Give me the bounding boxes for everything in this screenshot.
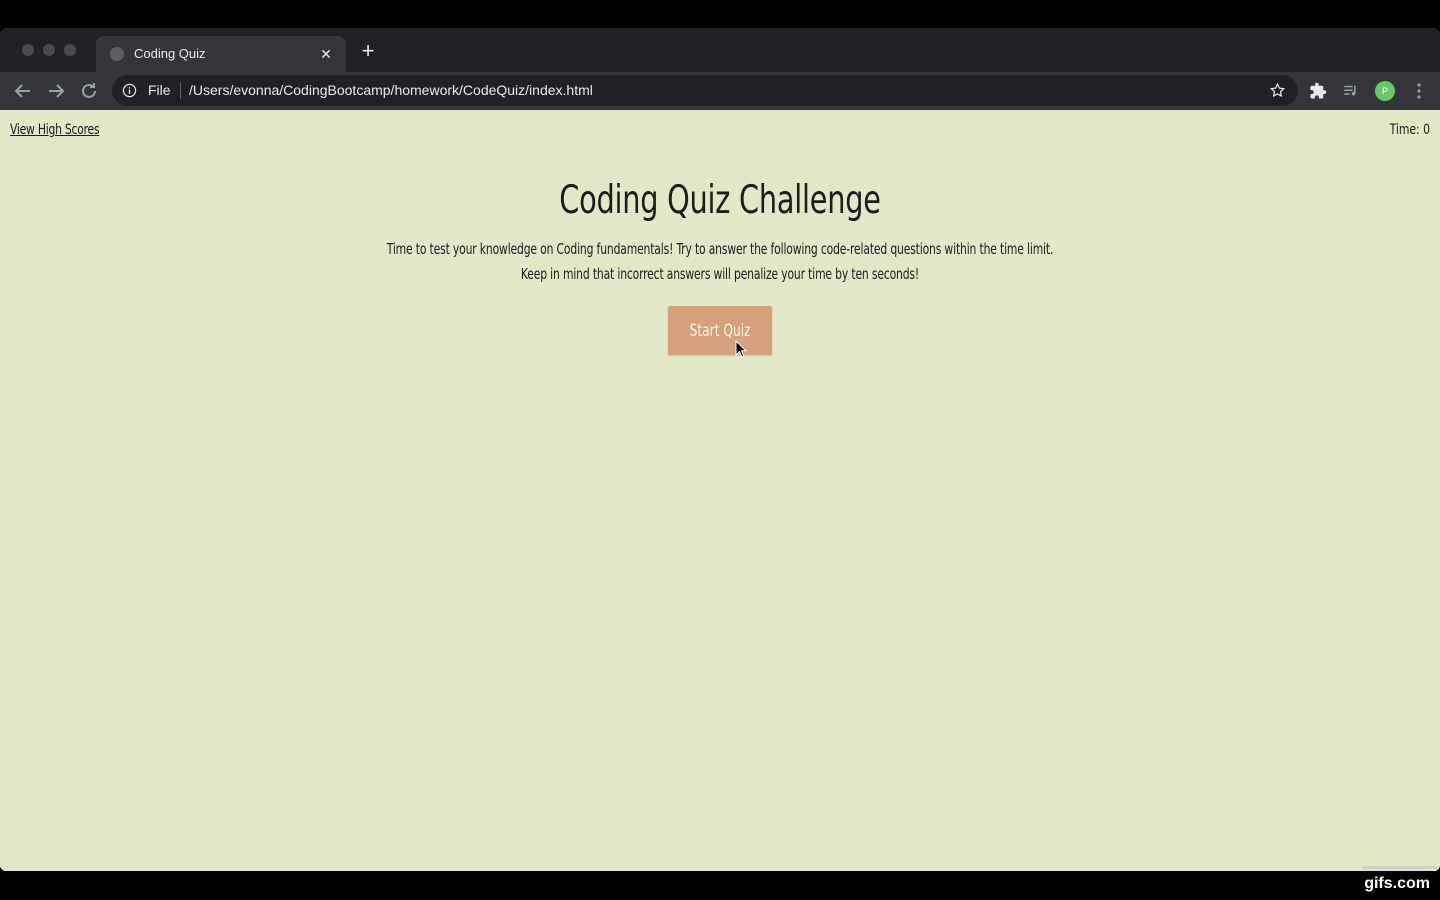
window-close-button[interactable] xyxy=(22,44,34,56)
description-line-2: Keep in mind that incorrect answers will… xyxy=(520,265,920,283)
page-content: View High Scores Time: 0 Coding Quiz Cha… xyxy=(0,110,1440,871)
address-bar[interactable]: File /Users/evonna/CodingBootcamp/homewo… xyxy=(112,75,1298,106)
page-title: Coding Quiz Challenge xyxy=(559,178,881,223)
tab-title: Coding Quiz xyxy=(134,46,206,61)
start-quiz-label: Start Quiz xyxy=(689,320,751,341)
timer: Time: 0 xyxy=(1389,122,1430,138)
media-control-icon[interactable] xyxy=(1342,82,1360,100)
description-line-1: Time to test your knowledge on Coding fu… xyxy=(386,240,1054,258)
start-quiz-button[interactable]: Start Quiz xyxy=(668,306,772,355)
browser-window: Coding Quiz ✕ + File /Users/evonna/Codin… xyxy=(0,28,1440,871)
view-high-scores-link[interactable]: View High Scores xyxy=(10,122,100,138)
reload-icon[interactable] xyxy=(77,79,101,103)
globe-icon xyxy=(110,47,124,61)
close-icon[interactable]: ✕ xyxy=(316,44,336,64)
browser-tab[interactable]: Coding Quiz ✕ xyxy=(96,36,346,72)
address-separator xyxy=(180,82,181,99)
window-maximize-button[interactable] xyxy=(64,44,76,56)
window-minimize-button[interactable] xyxy=(43,44,55,56)
star-icon[interactable] xyxy=(1269,82,1286,99)
tab-strip: Coding Quiz ✕ + xyxy=(0,28,1440,72)
forward-arrow-icon[interactable] xyxy=(44,79,68,103)
back-arrow-icon[interactable] xyxy=(11,79,35,103)
info-icon[interactable] xyxy=(122,83,137,98)
scrollbar[interactable] xyxy=(1362,866,1438,869)
url-text[interactable]: /Users/evonna/CodingBootcamp/homework/Co… xyxy=(189,82,593,98)
avatar[interactable]: P xyxy=(1375,81,1395,101)
watermark: gifs.com xyxy=(1364,875,1430,892)
new-tab-button[interactable]: + xyxy=(357,40,379,63)
more-vert-icon[interactable] xyxy=(1411,81,1427,101)
file-label: File xyxy=(148,82,171,98)
browser-toolbar: File /Users/evonna/CodingBootcamp/homewo… xyxy=(0,72,1440,110)
puzzle-icon[interactable] xyxy=(1309,82,1327,100)
mouse-cursor-icon xyxy=(735,340,747,358)
